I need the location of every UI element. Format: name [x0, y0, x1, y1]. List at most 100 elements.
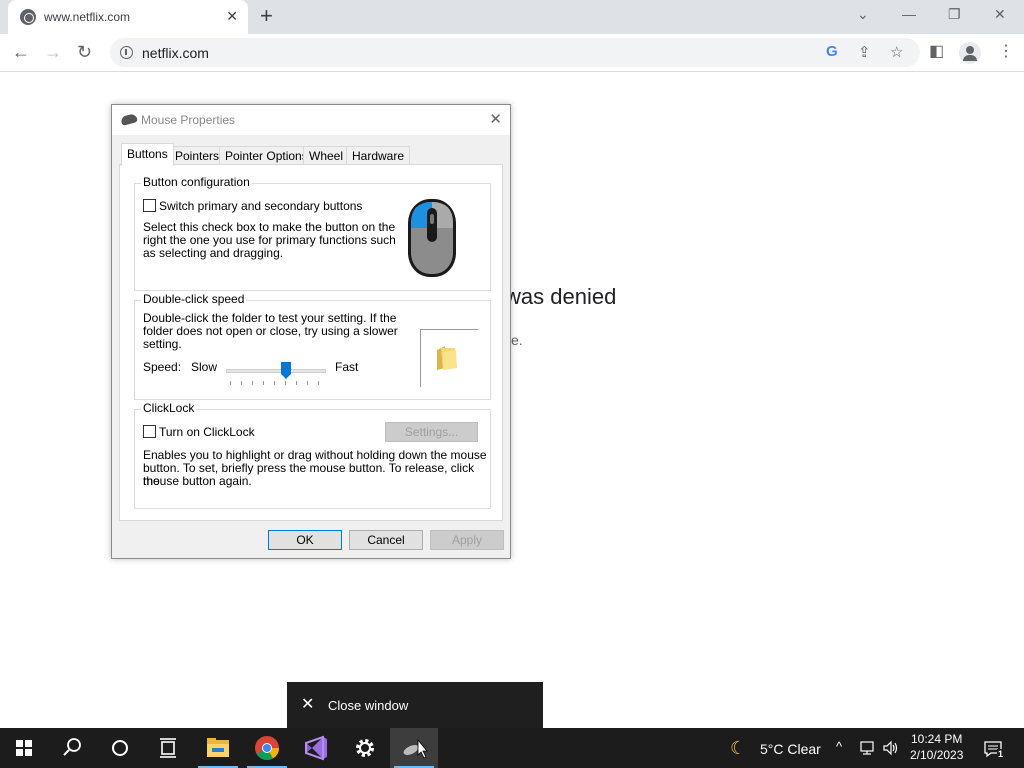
network-icon[interactable] — [859, 740, 877, 756]
clicklock-checkbox[interactable] — [143, 425, 156, 438]
slider-tick — [307, 381, 308, 385]
group-label-button-configuration: Button configuration — [141, 175, 252, 189]
new-tab-button[interactable]: + — [260, 5, 273, 27]
group-label-double-click: Double-click speed — [141, 292, 247, 306]
test-folder-area[interactable] — [420, 329, 478, 387]
button-config-desc-3: as selecting and dragging. — [143, 246, 284, 260]
chevron-up-icon[interactable]: ^ — [836, 739, 842, 754]
dialog-close-icon[interactable]: ✕ — [489, 110, 502, 128]
task-view-icon — [160, 738, 176, 758]
slider-tick — [274, 381, 275, 385]
forward-icon[interactable]: → — [44, 42, 62, 62]
site-info-icon[interactable] — [120, 46, 133, 59]
slider-tick — [252, 381, 253, 385]
apply-button[interactable]: Apply — [430, 530, 504, 550]
tooltip-text: Close window — [328, 698, 409, 713]
chrome-button[interactable] — [243, 728, 291, 768]
page-heading: was denied — [505, 284, 617, 309]
window-close-icon[interactable]: ✕ — [994, 6, 1006, 23]
button-configuration-group: Button configuration Switch primary and … — [134, 175, 491, 291]
settings-button[interactable] — [341, 728, 389, 768]
clock-date: 2/10/2023 — [910, 748, 964, 762]
clock[interactable]: 10:24 PM 2/10/2023 — [910, 731, 963, 763]
tab-search-icon[interactable]: ⌄ — [857, 6, 869, 23]
gear-icon — [356, 739, 374, 757]
slider-tick — [318, 381, 319, 385]
tab-close-icon[interactable]: ✕ — [226, 8, 238, 25]
tab-title: www.netflix.com — [44, 10, 131, 24]
switch-buttons-checkbox[interactable] — [143, 199, 156, 212]
cortana-icon — [112, 740, 128, 756]
browser-tabstrip: www.netflix.com ✕ + ⌄ — ❐ ✕ — [0, 0, 1024, 34]
browser-toolbar: ← → ↻ netflix.com G ⇪ ☆ ◧ ⋮ — [0, 34, 1024, 72]
clicklock-group: ClickLock Turn on ClickLock Settings... … — [134, 401, 491, 509]
google-icon[interactable]: G — [826, 43, 838, 60]
speed-fast-label: Fast — [335, 360, 359, 374]
visual-studio-icon — [305, 735, 327, 761]
slider-tick — [285, 381, 286, 385]
side-panel-icon[interactable]: ◧ — [929, 42, 944, 62]
taskbar: ☾ 5°C Clear ^ 1 — [0, 728, 1024, 768]
weather-text[interactable]: 5°C Clear — [760, 741, 821, 757]
start-button[interactable] — [0, 728, 48, 768]
chrome-icon — [255, 736, 279, 761]
share-icon[interactable]: ⇪ — [858, 43, 871, 61]
profile-icon[interactable] — [959, 42, 981, 64]
url-text[interactable]: netflix.com — [142, 45, 209, 61]
task-view-button[interactable] — [144, 728, 192, 768]
group-label-clicklock: ClickLock — [141, 401, 197, 415]
dialog-titlebar[interactable]: Mouse Properties ✕ — [112, 105, 510, 135]
mouse-properties-dialog: Mouse Properties ✕ Buttons Pointers Poin… — [111, 104, 511, 559]
windows-logo-icon — [16, 740, 32, 756]
tab-pointer-options[interactable]: Pointer Options — [219, 146, 314, 165]
switch-buttons-label[interactable]: Switch primary and secondary buttons — [159, 199, 362, 213]
mouse-properties-taskbar-button[interactable] — [390, 728, 438, 768]
tab-hardware[interactable]: Hardware — [346, 146, 411, 165]
double-click-desc-3: setting. — [143, 337, 182, 351]
mouse-icon — [408, 199, 456, 277]
clicklock-settings-button[interactable]: Settings... — [385, 422, 478, 442]
speed-slider-thumb[interactable] — [281, 362, 291, 379]
double-click-speed-group: Double-click speed Double-click the fold… — [134, 292, 491, 400]
speed-slider-track[interactable] — [226, 369, 326, 373]
slider-tick — [241, 381, 242, 385]
page-subtext: e. — [511, 332, 523, 348]
bookmark-star-icon[interactable]: ☆ — [890, 43, 903, 61]
back-icon[interactable]: ← — [12, 42, 30, 62]
dialog-title: Mouse Properties — [141, 113, 236, 127]
tab-pointers[interactable]: Pointers — [169, 146, 226, 165]
restore-icon[interactable]: ❐ — [948, 6, 961, 23]
file-explorer-button[interactable] — [194, 728, 242, 768]
clock-time: 10:24 PM — [911, 732, 963, 746]
speed-label: Speed: — [143, 360, 182, 374]
volume-icon[interactable] — [882, 740, 900, 756]
clicklock-desc-3: mouse button again. — [143, 474, 252, 488]
tab-wheel[interactable]: Wheel — [303, 146, 350, 165]
globe-icon — [20, 9, 36, 25]
ok-button[interactable]: OK — [268, 530, 342, 550]
clicklock-label[interactable]: Turn on ClickLock — [159, 425, 255, 439]
address-bar[interactable]: netflix.com G ⇪ ☆ — [110, 38, 920, 67]
minimize-icon[interactable]: — — [902, 6, 916, 22]
slider-tick — [263, 381, 264, 385]
mouse-icon — [403, 738, 428, 759]
close-window-tooltip[interactable]: ✕ Close window — [287, 682, 543, 728]
close-icon: ✕ — [301, 696, 315, 713]
speed-slow-label: Slow — [191, 360, 218, 374]
visual-studio-button[interactable] — [292, 728, 340, 768]
moon-weather-icon[interactable]: ☾ — [730, 738, 746, 759]
slider-tick — [296, 381, 297, 385]
buttons-tab-panel: Button configuration Switch primary and … — [119, 164, 503, 521]
tab-buttons[interactable]: Buttons — [121, 143, 174, 166]
notification-count: 1 — [997, 749, 1005, 759]
file-explorer-icon — [207, 738, 229, 757]
cortana-button[interactable] — [96, 728, 144, 768]
cancel-button[interactable]: Cancel — [349, 530, 423, 550]
slider-tick — [230, 381, 231, 385]
folder-icon[interactable] — [435, 344, 459, 372]
search-button[interactable] — [48, 728, 96, 768]
mouse-app-icon — [120, 113, 138, 126]
browser-tab[interactable]: www.netflix.com ✕ — [8, 0, 248, 34]
menu-icon[interactable]: ⋮ — [998, 42, 1014, 62]
reload-icon[interactable]: ↻ — [77, 42, 92, 62]
